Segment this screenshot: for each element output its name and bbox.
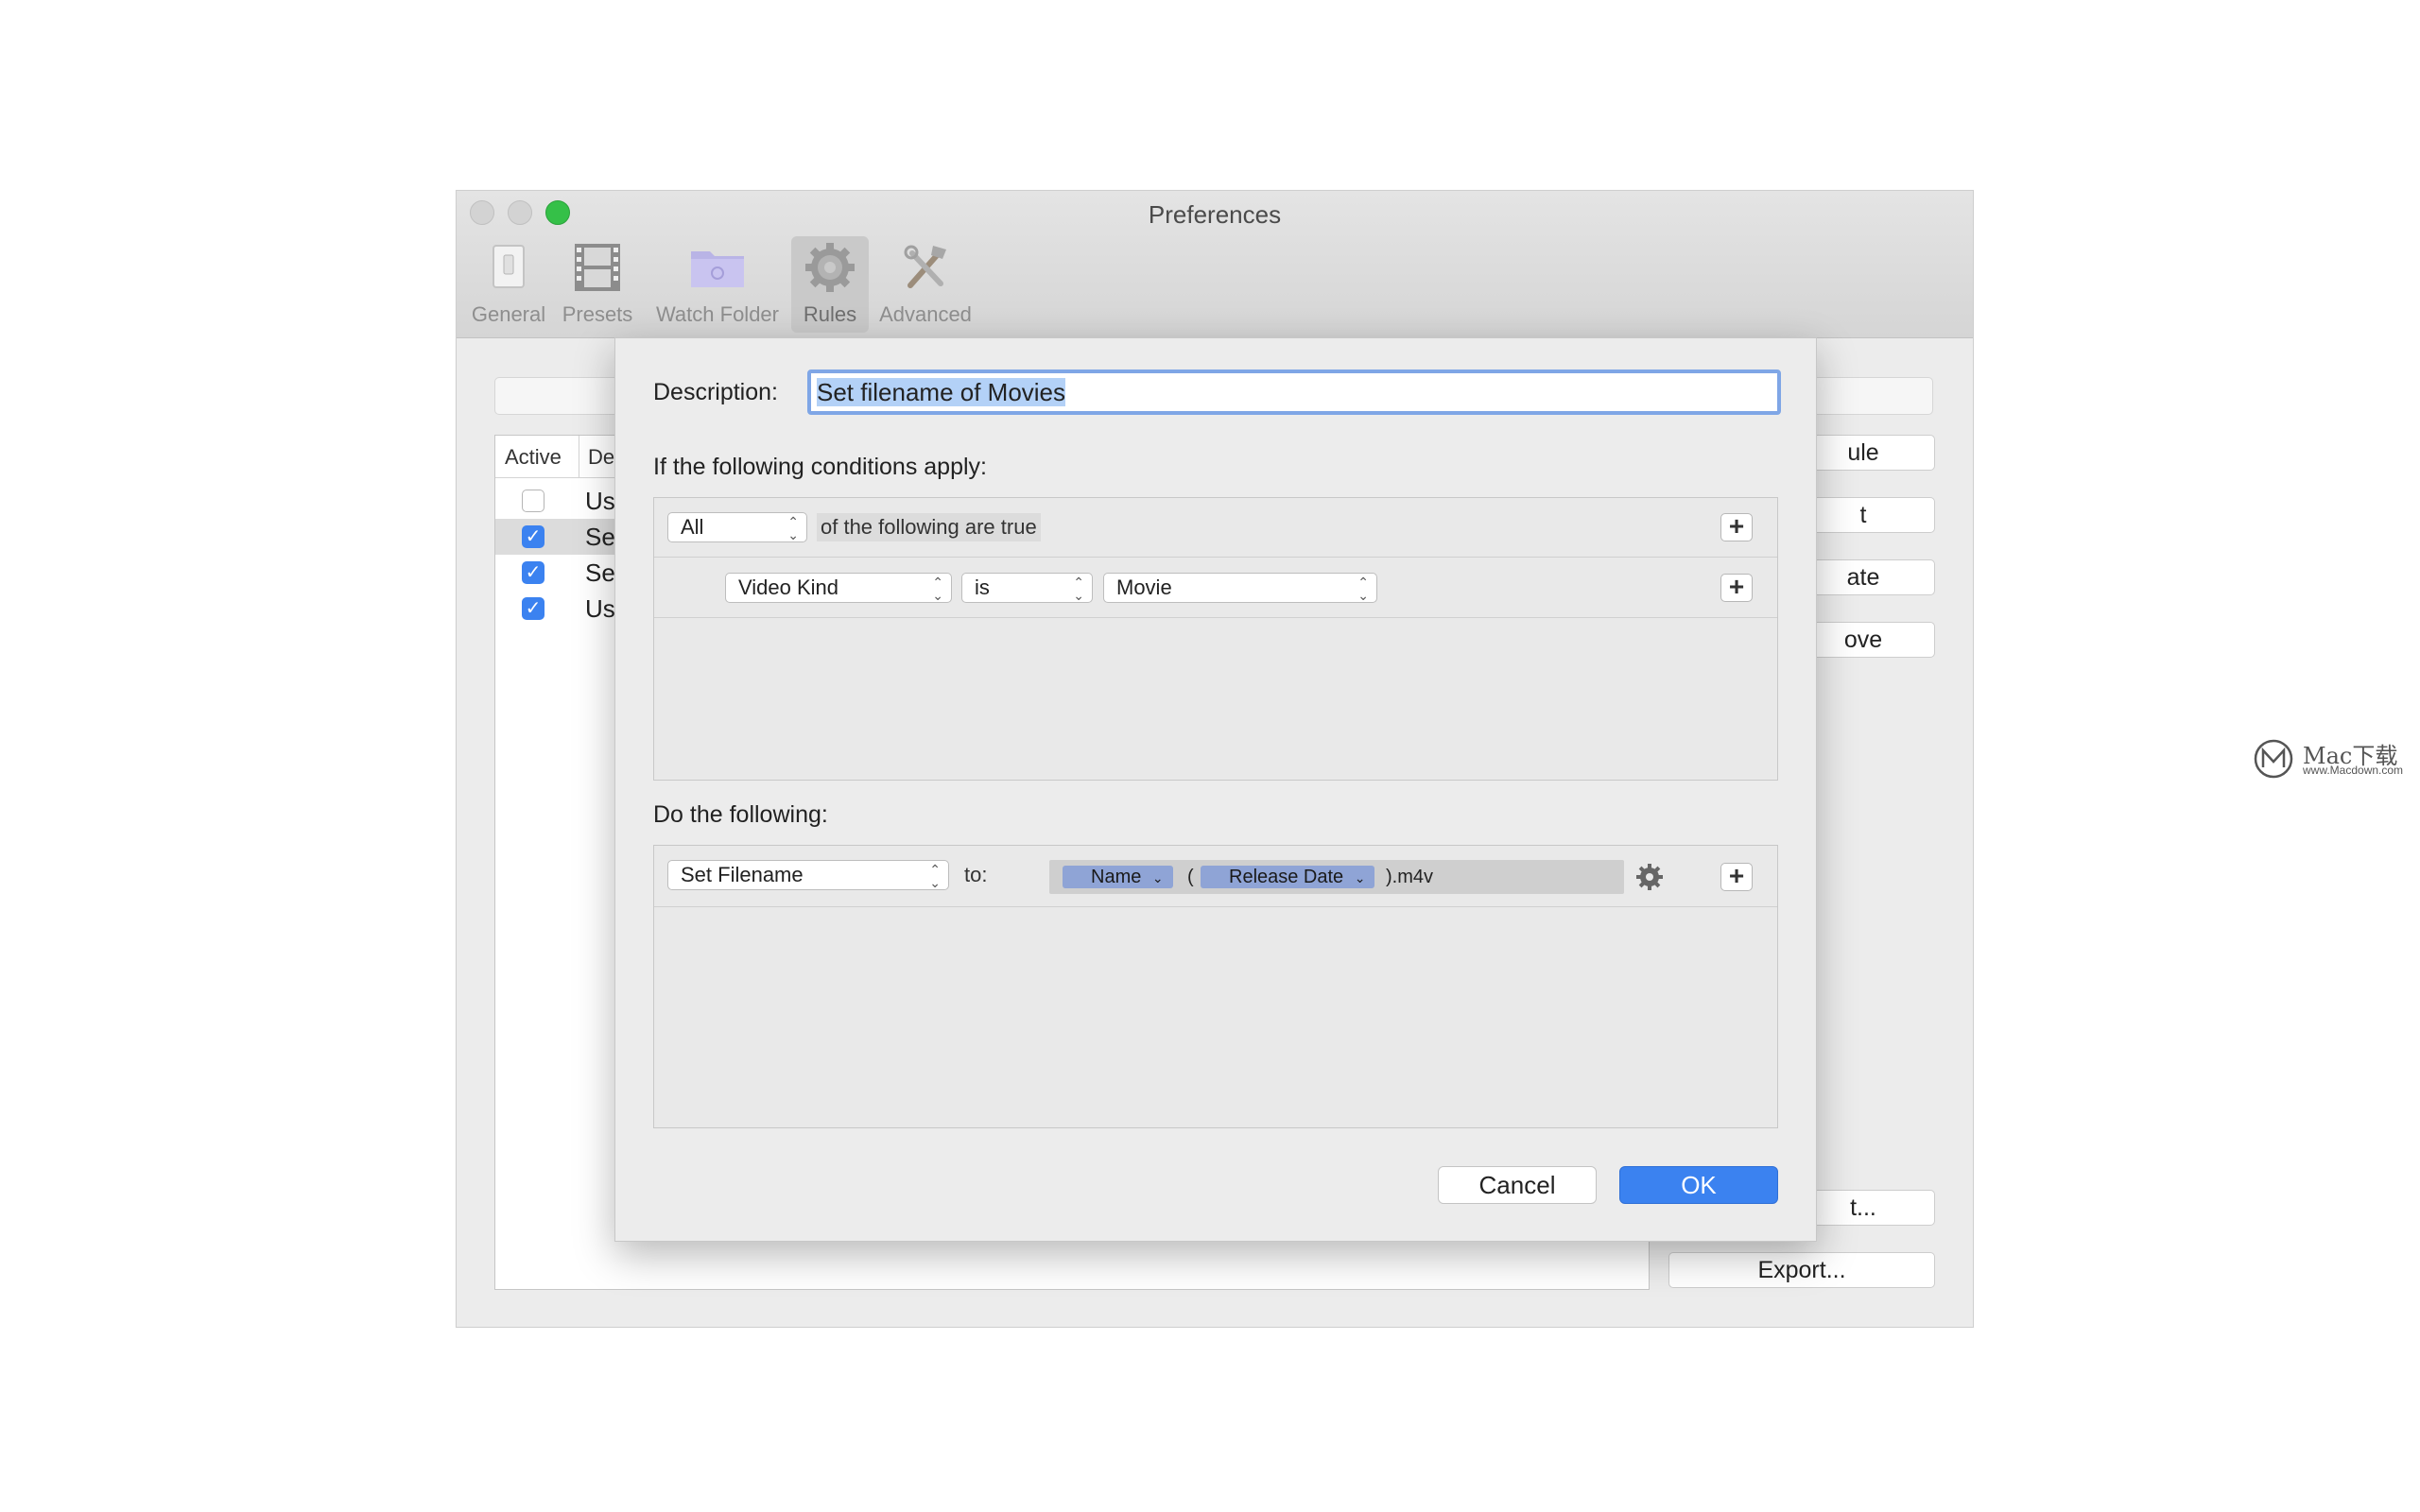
folder-icon [691, 251, 744, 287]
description-field[interactable]: Set filename of Movies [807, 369, 1781, 415]
paren-open: ( [1187, 867, 1194, 887]
ok-button[interactable]: OK [1619, 1166, 1778, 1204]
window-title: Preferences [1148, 200, 1282, 229]
name-token[interactable]: Name ⌄ [1063, 866, 1173, 888]
active-checkbox[interactable]: ✓ [522, 525, 544, 548]
divider [654, 557, 1777, 558]
watermark-url: www.Macdown.com [2303, 764, 2404, 777]
match-suffix: of the following are true [817, 513, 1041, 541]
toolbar-general-label: General [471, 302, 546, 326]
watermark-logo-icon [2254, 739, 2293, 779]
condition-operator-value: is [975, 576, 990, 599]
add-condition-button[interactable]: + [1720, 513, 1753, 541]
tools-icon [904, 245, 946, 288]
action-type-value: Set Filename [681, 863, 804, 886]
chevron-down-icon: ⌄ [1151, 870, 1164, 885]
active-checkbox[interactable] [522, 490, 544, 512]
condition-value-popup[interactable]: Movie ⌃ ⌄ [1103, 573, 1377, 603]
toolbar-presets[interactable]: Presets [557, 236, 638, 333]
rule-description: Us [585, 487, 615, 515]
actions-box: Set Filename ⌃ ⌄ to: Name ⌄ ( Release Dat… [653, 845, 1778, 1128]
release-date-token[interactable]: Release Date ⌄ [1201, 866, 1375, 888]
popup-arrows-icon: ⌃ ⌄ [787, 514, 799, 542]
rule-editor-sheet: Description: Set filename of Movies If t… [614, 337, 1817, 1242]
cancel-button[interactable]: Cancel [1438, 1166, 1597, 1204]
rule-description: Se [585, 523, 615, 551]
conditions-box: All ⌃ ⌄ of the following are true + Video… [653, 497, 1778, 781]
toolbar-advanced[interactable]: Advanced [873, 236, 978, 333]
match-popup-value: All [681, 515, 704, 539]
toolbar-rules-label: Rules [803, 302, 857, 326]
chevron-down-icon: ⌄ [1354, 870, 1366, 885]
actions-label: Do the following: [653, 801, 828, 828]
description-value: Set filename of Movies [817, 378, 1066, 406]
release-date-token-label: Release Date [1229, 867, 1344, 887]
gear-icon [805, 243, 855, 292]
active-checkbox[interactable]: ✓ [522, 597, 544, 620]
active-checkbox[interactable]: ✓ [522, 561, 544, 584]
name-token-label: Name [1091, 867, 1142, 887]
popup-arrows-icon: ⌃ ⌄ [1357, 575, 1369, 603]
toolbar-presets-label: Presets [562, 302, 633, 326]
to-label: to: [964, 863, 988, 886]
add-action-button[interactable]: + [1720, 863, 1753, 891]
export-button[interactable]: Export... [1668, 1252, 1935, 1288]
action-type-popup[interactable]: Set Filename ⌃ ⌄ [667, 860, 949, 890]
filename-suffix: ).m4v [1386, 867, 1433, 887]
gear-icon[interactable] [1635, 863, 1664, 891]
toolbar-advanced-label: Advanced [879, 302, 972, 326]
condition-field-popup[interactable]: Video Kind ⌃ ⌄ [725, 573, 952, 603]
column-description[interactable]: De [588, 445, 614, 470]
film-strip-icon [575, 244, 620, 291]
import-label: t... [1850, 1194, 1876, 1221]
toolbar-rules[interactable]: Rules [791, 236, 869, 333]
divider [654, 617, 1777, 618]
toolbar-watch-folder-label: Watch Folder [655, 302, 779, 326]
duplicate-label: ate [1846, 564, 1880, 591]
popup-arrows-icon: ⌃ ⌄ [932, 575, 943, 603]
switch-icon [493, 245, 525, 288]
divider [654, 906, 1777, 907]
filename-token-field[interactable]: Name ⌄ ( Release Date ⌄ ).m4v [1049, 860, 1624, 894]
match-popup[interactable]: All ⌃ ⌄ [667, 512, 807, 542]
condition-operator-popup[interactable]: is ⌃ ⌄ [961, 573, 1093, 603]
toolbar-watch-folder[interactable]: Watch Folder [649, 236, 786, 333]
popup-arrows-icon: ⌃ ⌄ [1073, 575, 1084, 603]
new-rule-label: ule [1847, 439, 1879, 466]
condition-value: Movie [1116, 576, 1172, 599]
add-subcondition-button[interactable]: + [1720, 574, 1753, 602]
rule-description: Se [585, 558, 615, 587]
edit-label: t [1859, 502, 1867, 528]
description-label: Description: [653, 379, 778, 405]
conditions-label: If the following conditions apply: [653, 454, 987, 480]
condition-field-value: Video Kind [738, 576, 839, 599]
rule-description: Us [585, 594, 615, 623]
popup-arrows-icon: ⌃ ⌄ [929, 862, 941, 890]
column-active[interactable]: Active [505, 445, 562, 470]
toolbar-general[interactable]: General [466, 236, 551, 333]
title-bar: Preferences General Presets Watch Folder… [457, 191, 1973, 338]
remove-label: ove [1843, 627, 1883, 653]
